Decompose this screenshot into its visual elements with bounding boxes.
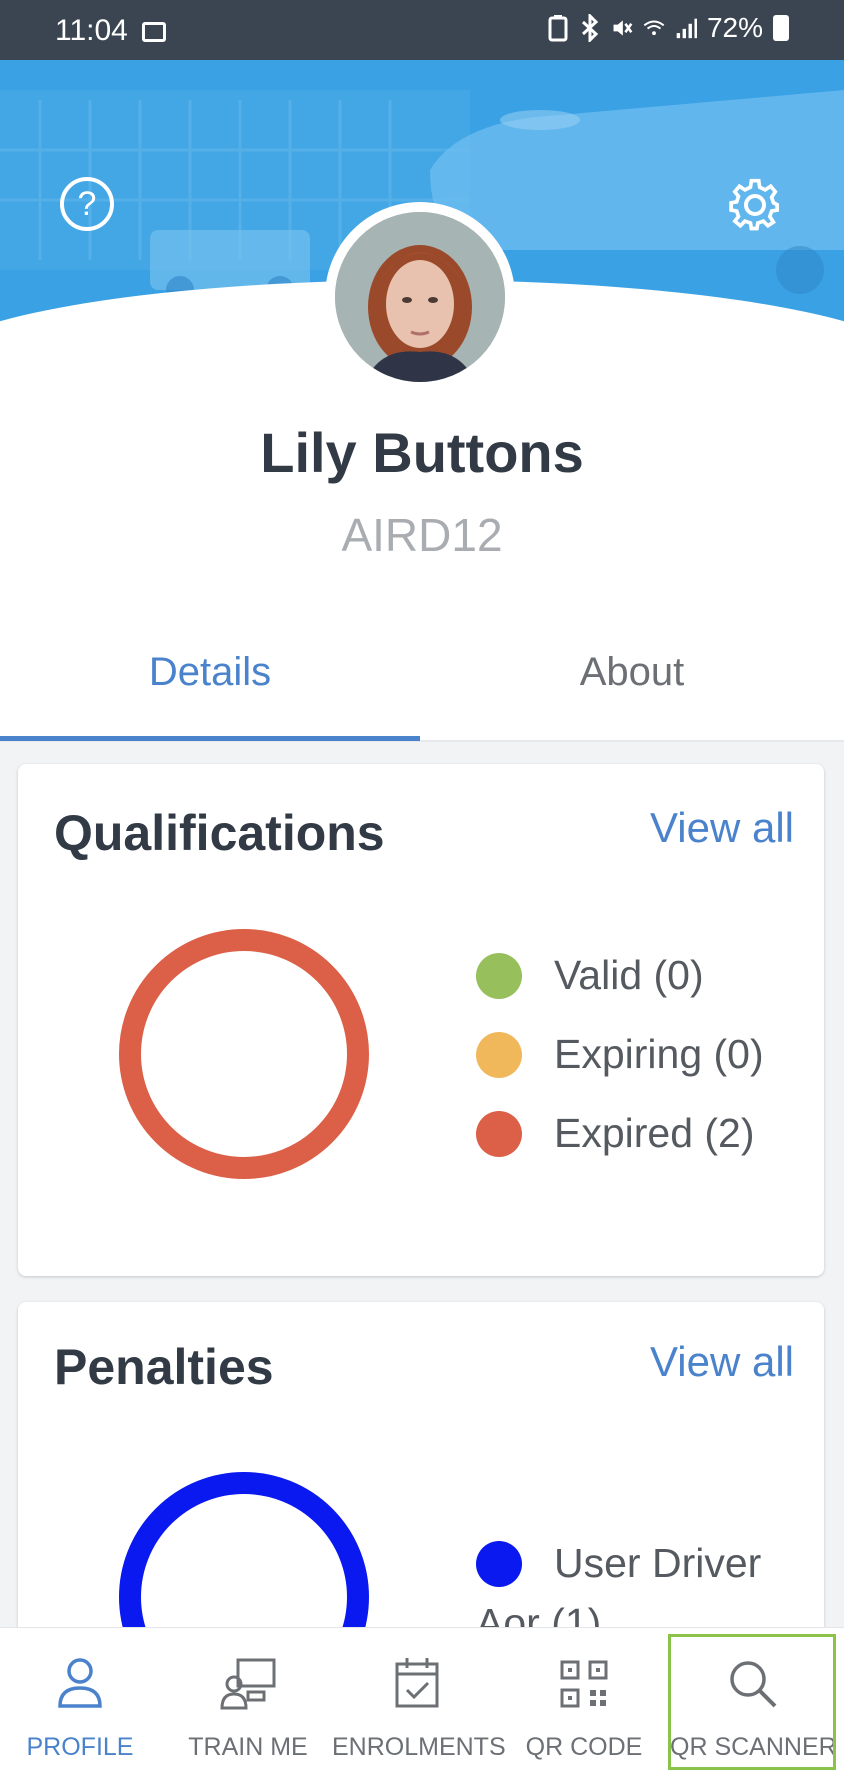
nav-train-me[interactable]: TRAIN ME (168, 1628, 328, 1777)
status-time: 11:04 (55, 14, 128, 47)
qualifications-card: Qualifications View all Valid (0) Expiri… (18, 764, 824, 1276)
qr-code-icon (560, 1660, 608, 1708)
mute-icon (613, 20, 633, 36)
qualifications-view-all-link[interactable]: View all (650, 804, 794, 852)
nav-enrolments-label: ENROLMENTS (332, 1733, 506, 1761)
image-notification-icon (142, 22, 166, 42)
legend-valid: Valid (0) (476, 952, 704, 999)
avatar (325, 202, 515, 392)
qr-scanner-highlight (668, 1634, 836, 1770)
legend-expiring-label: Expiring (0) (554, 1031, 764, 1077)
profile-id: AIRD12 (341, 509, 503, 561)
legend-user-driver: User Driver (476, 1540, 761, 1587)
legend-expired-label: Expired (2) (554, 1110, 755, 1156)
bluetooth-icon (581, 14, 599, 42)
active-tab-indicator (0, 736, 420, 741)
nav-profile-label: PROFILE (26, 1733, 134, 1761)
legend-valid-label: Valid (0) (554, 952, 704, 998)
qualifications-donut-chart (119, 929, 369, 1179)
battery-percent: 72% (706, 12, 763, 43)
nav-qr-code[interactable]: QR CODE (508, 1628, 660, 1777)
signal-icon (676, 18, 697, 39)
status-bar: 11:04 72% (0, 0, 844, 60)
penalties-view-all-link[interactable]: View all (650, 1338, 794, 1386)
legend-dot-user-driver (476, 1540, 522, 1587)
trainer-icon (220, 1658, 276, 1710)
legend-dot-expiring (476, 1031, 522, 1078)
qualifications-title: Qualifications (54, 805, 385, 861)
nav-qr-code-label: QR CODE (525, 1733, 643, 1761)
legend-user-driver-label: User Driver (554, 1540, 762, 1586)
battery-icon (773, 15, 789, 41)
legend-dot-valid (476, 952, 522, 999)
legend-expired: Expired (2) (476, 1110, 755, 1157)
nav-profile[interactable]: PROFILE (0, 1628, 160, 1777)
avatar-photo (335, 212, 505, 382)
battery-saver-icon (548, 15, 568, 42)
penalties-title: Penalties (54, 1339, 274, 1395)
help-button[interactable]: ? (60, 177, 114, 231)
gear-icon (729, 178, 779, 231)
nav-enrolments[interactable]: ENROLMENTS (332, 1628, 506, 1777)
tab-details[interactable]: Details (0, 650, 420, 706)
status-indicators: 72% (547, 12, 789, 44)
person-icon (58, 1658, 102, 1708)
wifi-icon (643, 20, 665, 36)
calendar-check-icon (395, 1658, 439, 1708)
question-circle-icon: ? (77, 185, 97, 223)
legend-dot-expired (476, 1110, 522, 1157)
expired-ring (119, 929, 369, 1179)
legend-expiring: Expiring (0) (476, 1031, 764, 1078)
profile-name: Lily Buttons (260, 421, 584, 484)
settings-button[interactable] (727, 177, 783, 233)
nav-train-me-label: TRAIN ME (188, 1733, 308, 1761)
tab-about[interactable]: About (420, 650, 844, 706)
